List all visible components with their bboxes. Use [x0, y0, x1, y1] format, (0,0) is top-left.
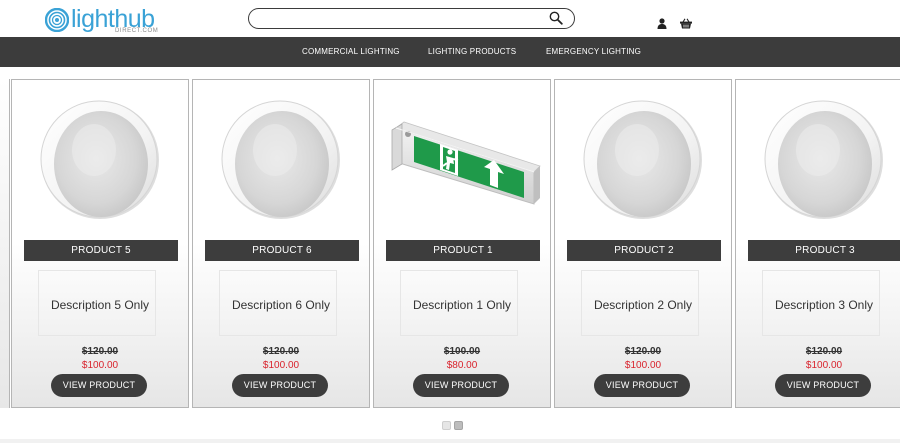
nav-item-lighting-products[interactable]: LIGHTING PRODUCTS — [428, 37, 516, 67]
original-price: $120.00 — [805, 346, 843, 357]
page-bottom-divider — [0, 439, 900, 443]
product-description: Description 2 Only — [593, 298, 693, 312]
view-product-button[interactable]: VIEW PRODUCT — [232, 374, 328, 397]
shopping-basket-icon[interactable] — [680, 16, 692, 29]
site-header: lighthub DIRECT.COM — [0, 0, 900, 37]
site-logo[interactable]: lighthub DIRECT.COM — [44, 7, 165, 37]
product-card: PRODUCT 2 Description 2 Only $120.00 $10… — [554, 79, 732, 408]
carousel-pagination — [441, 419, 469, 432]
product-image[interactable] — [736, 80, 900, 240]
product-title[interactable]: PRODUCT 2 — [567, 240, 721, 261]
product-title[interactable]: PRODUCT 5 — [24, 240, 178, 261]
product-image[interactable] — [193, 80, 369, 240]
view-product-button[interactable]: VIEW PRODUCT — [413, 374, 509, 397]
original-price: $100.00 — [443, 346, 481, 357]
main-navigation: COMMERCIAL LIGHTING LIGHTING PRODUCTS EM… — [0, 37, 900, 67]
search-input[interactable] — [259, 10, 539, 27]
product-title[interactable]: PRODUCT 3 — [748, 240, 900, 261]
page: lighthub DIRECT.COM COMMERCIAL LIGHTING … — [0, 0, 900, 443]
search-bar — [248, 8, 575, 29]
product-title[interactable]: PRODUCT 1 — [386, 240, 540, 261]
logo-subtext: DIRECT.COM — [115, 28, 159, 34]
product-carousel: PRODUCT 5 Description 5 Only $120.00 $10… — [0, 67, 900, 443]
nav-item-emergency-lighting[interactable]: EMERGENCY LIGHTING — [546, 37, 641, 67]
view-product-button[interactable]: VIEW PRODUCT — [775, 374, 871, 397]
product-image[interactable] — [374, 80, 550, 240]
product-card: PRODUCT 6 Description 6 Only $120.00 $10… — [192, 79, 370, 408]
product-image[interactable] — [12, 80, 188, 240]
product-image[interactable] — [555, 80, 731, 240]
search-icon[interactable] — [549, 11, 563, 25]
sale-price: $100.00 — [805, 360, 843, 371]
sale-price: $100.00 — [624, 360, 662, 371]
original-price: $120.00 — [81, 346, 119, 357]
product-card: PRODUCT 5 Description 5 Only $120.00 $10… — [11, 79, 189, 408]
sale-price: $80.00 — [446, 360, 478, 371]
original-price: $120.00 — [624, 346, 662, 357]
logo-mark-icon — [44, 7, 70, 33]
product-title[interactable]: PRODUCT 6 — [205, 240, 359, 261]
product-card: PRODUCT 3 Description 3 Only $120.00 $10… — [735, 79, 900, 408]
product-card: PRODUCT 1 Description 1 Only $100.00 $80… — [373, 79, 551, 408]
product-description: Description 6 Only — [231, 298, 331, 312]
product-description: Description 5 Only — [50, 298, 150, 312]
user-account-icon[interactable] — [657, 16, 667, 29]
previous-card-edge — [0, 79, 10, 408]
original-price: $120.00 — [262, 346, 300, 357]
logo-wordmark: lighthub DIRECT.COM — [71, 7, 159, 37]
product-description: Description 1 Only — [412, 298, 512, 312]
pagination-dot-2[interactable] — [454, 421, 463, 430]
pagination-dot-1[interactable] — [442, 421, 451, 430]
sale-price: $100.00 — [262, 360, 300, 371]
sale-price: $100.00 — [81, 360, 119, 371]
product-description: Description 3 Only — [774, 298, 874, 312]
view-product-button[interactable]: VIEW PRODUCT — [594, 374, 690, 397]
view-product-button[interactable]: VIEW PRODUCT — [51, 374, 147, 397]
nav-item-commercial-lighting[interactable]: COMMERCIAL LIGHTING — [302, 37, 400, 67]
